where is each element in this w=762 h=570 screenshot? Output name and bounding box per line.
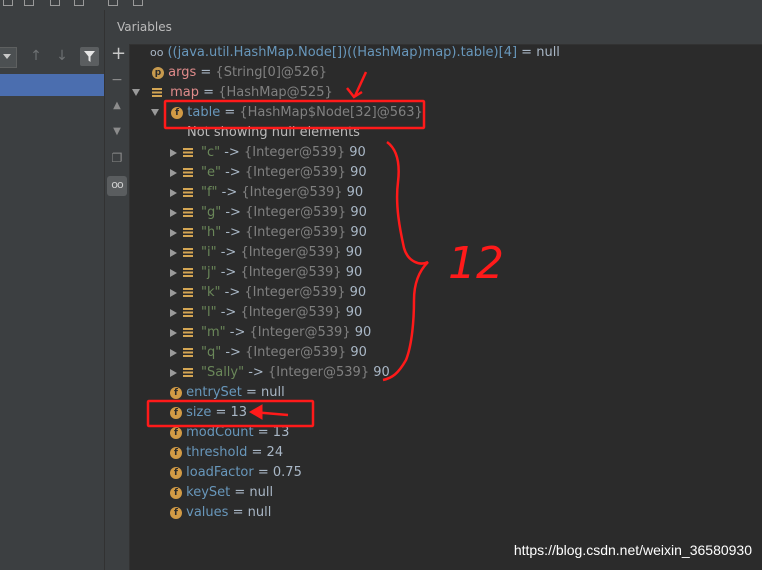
field-badge-icon: f [170, 386, 182, 399]
panel-title: Variables [117, 20, 172, 34]
toolbar-icon[interactable] [74, 0, 84, 6]
lines-icon [183, 328, 193, 337]
table-entry-row[interactable]: "k" -> {Integer@539} 90 [170, 283, 366, 303]
expand-triangle-icon[interactable] [170, 188, 177, 197]
args-row[interactable]: p args = {String[0]@526} [152, 63, 327, 83]
lines-icon [183, 208, 193, 217]
glasses-icon: oo [150, 46, 164, 59]
toolbar-icon[interactable] [50, 0, 60, 6]
variables-header: Variables [117, 10, 762, 45]
table-entry-row[interactable]: "i" -> {Integer@539} 90 [170, 243, 362, 263]
lines-icon [152, 88, 163, 97]
down-arrow-icon[interactable]: ↓ [54, 48, 70, 64]
field-badge-icon: f [170, 426, 182, 439]
field-badge-icon: f [170, 406, 182, 419]
lines-icon [183, 188, 193, 197]
filter-button[interactable] [80, 47, 99, 66]
table-arrow [353, 71, 368, 97]
collapse-triangle-icon[interactable] [132, 89, 140, 96]
field-badge-icon: f [170, 466, 182, 479]
table-row[interactable]: f table = {HashMap$Node[32]@563} [151, 103, 423, 123]
glasses-icon: oo [111, 178, 123, 191]
field-badge-icon: f [171, 106, 184, 119]
expand-triangle-icon[interactable] [170, 208, 177, 217]
table-entry-row[interactable]: "c" -> {Integer@539} 90 [170, 143, 366, 163]
field-row-entryset[interactable]: f entrySet = null [170, 383, 285, 403]
size-arrow [251, 410, 289, 417]
table-entry-row[interactable]: "m" -> {Integer@539} 90 [170, 323, 371, 343]
table-entry-row[interactable]: "j" -> {Integer@539} 90 [170, 263, 362, 283]
collapse-triangle-icon[interactable] [151, 109, 159, 116]
chevron-down-icon [3, 54, 11, 59]
table-entry-row[interactable]: "h" -> {Integer@539} 90 [170, 223, 367, 243]
table-entry-row[interactable]: "g" -> {Integer@539} 90 [170, 203, 367, 223]
field-badge-icon: f [170, 446, 182, 459]
watch-row[interactable]: oo ((java.util.HashMap.Node[])((HashMap)m… [150, 43, 560, 63]
expand-triangle-icon[interactable] [170, 168, 177, 177]
table-entry-row[interactable]: "e" -> {Integer@539} 90 [170, 163, 367, 183]
table-entry-row[interactable]: "Sally" -> {Integer@539} 90 [170, 363, 390, 383]
table-entry-row[interactable]: "q" -> {Integer@539} 90 [170, 343, 367, 363]
toolbar-icon[interactable] [108, 0, 118, 6]
copy-icon[interactable]: ❐ [111, 152, 123, 164]
toolbar-icon[interactable] [3, 0, 13, 6]
expand-triangle-icon[interactable] [170, 288, 177, 297]
expand-triangle-icon[interactable] [170, 308, 177, 317]
lines-icon [183, 288, 193, 297]
lines-icon [183, 308, 193, 317]
field-badge-icon: f [170, 506, 182, 519]
thread-dropdown[interactable] [0, 47, 17, 68]
variables-toolbar: + − ▲ ▼ ❐ [105, 10, 130, 570]
null-elements-note: Not showing null elements [187, 125, 360, 140]
field-row-modcount[interactable]: f modCount = 13 [170, 423, 289, 443]
map-row[interactable]: map = {HashMap@525} [132, 83, 333, 103]
plus-icon[interactable]: + [111, 45, 126, 63]
lines-icon [183, 268, 193, 277]
expand-triangle-icon[interactable] [170, 228, 177, 237]
field-row-size[interactable]: f size = 13 [170, 403, 247, 423]
up-arrow-icon[interactable]: ↑ [28, 48, 44, 64]
watch-expression: ((java.util.HashMap.Node[])((HashMap)map… [167, 45, 518, 60]
table-entry-row[interactable]: "f" -> {Integer@539} 90 [170, 183, 363, 203]
field-row-threshold[interactable]: f threshold = 24 [170, 443, 283, 463]
expand-triangle-icon[interactable] [170, 328, 177, 337]
param-badge-icon: p [152, 66, 164, 79]
toolbar-icon[interactable] [133, 0, 143, 6]
expand-triangle-icon[interactable] [170, 148, 177, 157]
expand-triangle-icon[interactable] [170, 248, 177, 257]
minus-icon[interactable]: − [111, 73, 123, 87]
field-row-loadfactor[interactable]: f loadFactor = 0.75 [170, 463, 302, 483]
expand-triangle-icon[interactable] [170, 368, 177, 377]
down-triangle-icon[interactable]: ▼ [111, 126, 123, 138]
lines-icon [183, 248, 193, 257]
lines-icon [183, 168, 193, 177]
up-triangle-icon[interactable]: ▲ [111, 100, 123, 112]
filter-icon [84, 51, 95, 62]
field-badge-icon: f [170, 486, 182, 499]
field-row-values[interactable]: f values = null [170, 503, 271, 523]
lines-icon [183, 148, 193, 157]
count-label: 12 [448, 238, 504, 289]
lines-icon [183, 348, 193, 357]
selected-frame-row[interactable] [0, 74, 104, 96]
show-watches-button[interactable]: oo [107, 176, 127, 196]
expand-triangle-icon[interactable] [170, 268, 177, 277]
toolbar-icon[interactable] [24, 0, 34, 6]
size-arrow-head [249, 404, 263, 420]
expand-triangle-icon[interactable] [170, 348, 177, 357]
table-arrow-head [346, 87, 363, 99]
watermark: https://blog.csdn.net/weixin_36580930 [513, 542, 752, 558]
lines-icon [183, 228, 193, 237]
lines-icon [183, 368, 193, 377]
field-row-keyset[interactable]: f keySet = null [170, 483, 273, 503]
count-brace [382, 140, 429, 382]
table-entry-row[interactable]: "l" -> {Integer@539} 90 [170, 303, 362, 323]
